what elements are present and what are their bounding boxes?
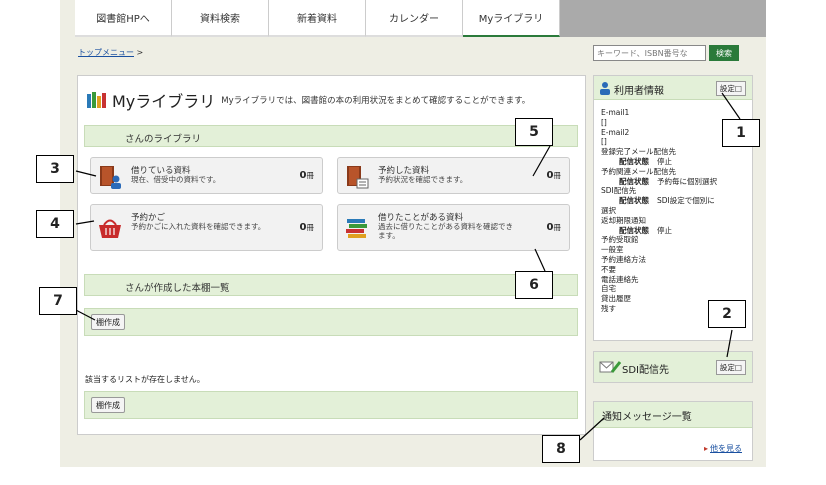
callout-7: 7 [39, 287, 77, 315]
callout-4: 4 [36, 210, 74, 238]
callout-1: 1 [722, 119, 760, 147]
callout-3: 3 [36, 155, 74, 183]
callout-5: 5 [515, 118, 553, 146]
callout-2: 2 [708, 300, 746, 328]
callout-8: 8 [542, 435, 580, 463]
callout-lines [71, 92, 741, 441]
callout-6: 6 [515, 271, 553, 299]
